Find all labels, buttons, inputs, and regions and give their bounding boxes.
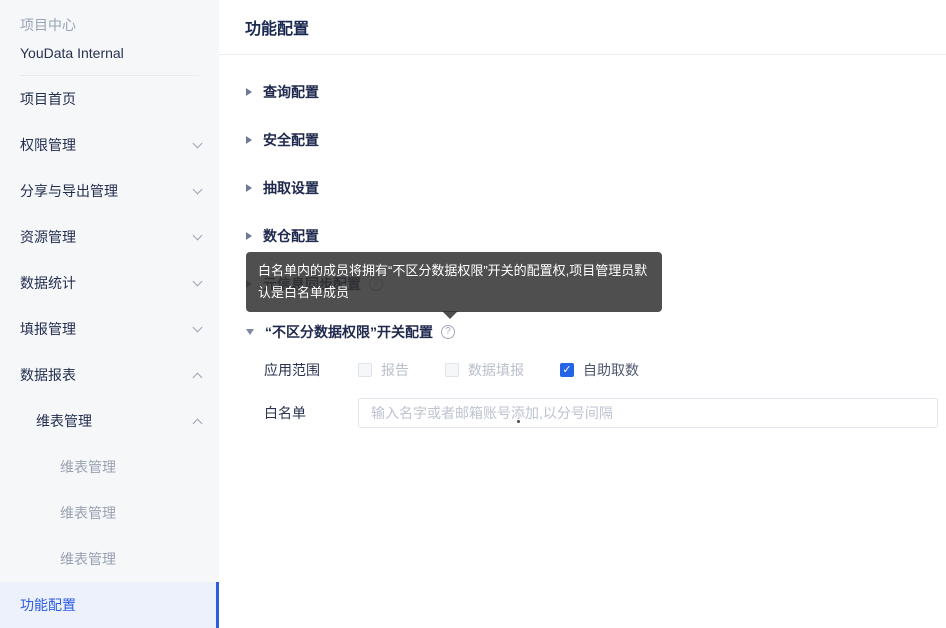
- project-name[interactable]: YouData Internal: [20, 45, 199, 61]
- sidebar-item-share-export-management[interactable]: 分享与导出管理: [0, 168, 219, 214]
- chevron-down-icon: [193, 322, 203, 332]
- application-scope-row: 应用范围 报告 数据填报 ✓ 自助取数: [264, 358, 946, 382]
- sidebar-item-label: 维表管理: [60, 549, 116, 569]
- sidebar: 项目中心 YouData Internal 项目首页 权限管理 分享与导出管理 …: [0, 0, 219, 625]
- sidebar-item-data-reports[interactable]: 数据报表: [0, 352, 219, 398]
- main-content: 功能配置 查询配置 安全配置 抽取设置 数仓配置 元信息同步配置 ? “不区分数…: [219, 0, 946, 625]
- chevron-up-icon: [193, 418, 203, 428]
- sidebar-item-label: 资源管理: [20, 227, 76, 247]
- sidebar-item-dim-table-management-3[interactable]: 维表管理: [0, 536, 219, 582]
- tooltip-text: 白名单内的成员将拥有“不区分数据权限”开关的配置权,项目管理员默认是白名单成员: [258, 263, 647, 300]
- chevron-down-icon: [193, 230, 203, 240]
- section-extraction-settings[interactable]: 抽取设置: [219, 164, 946, 212]
- section-title: 抽取设置: [263, 178, 319, 198]
- triangle-right-icon[interactable]: [246, 88, 252, 96]
- sidebar-item-label: 维表管理: [60, 457, 116, 477]
- whitelist-tooltip: 白名单内的成员将拥有“不区分数据权限”开关的配置权,项目管理员默认是白名单成员: [246, 252, 662, 312]
- sidebar-item-filling-management[interactable]: 填报管理: [0, 306, 219, 352]
- sidebar-item-dim-table-management-2[interactable]: 维表管理: [0, 490, 219, 536]
- sidebar-item-label: 数据统计: [20, 273, 76, 293]
- sidebar-item-label: 权限管理: [20, 135, 76, 155]
- sidebar-item-label: 功能配置: [20, 595, 76, 615]
- help-icon[interactable]: ?: [441, 325, 455, 339]
- checkbox-label: 自助取数: [583, 360, 639, 380]
- sidebar-item-label: 维表管理: [60, 503, 116, 523]
- whitelist-input[interactable]: [358, 398, 938, 428]
- mouse-cursor-artifact: [517, 420, 520, 423]
- tooltip-arrow: [442, 311, 458, 319]
- checkbox-self-service-data[interactable]: ✓ 自助取数: [560, 360, 639, 380]
- checkbox-label: 报告: [381, 360, 409, 380]
- chevron-down-icon: [193, 138, 203, 148]
- checkbox-report[interactable]: 报告: [358, 360, 409, 380]
- sidebar-item-label: 分享与导出管理: [20, 181, 118, 201]
- checkbox-unchecked-icon[interactable]: [358, 363, 372, 377]
- sidebar-item-permission-management[interactable]: 权限管理: [0, 122, 219, 168]
- triangle-right-icon[interactable]: [246, 232, 252, 240]
- sidebar-item-data-statistics[interactable]: 数据统计: [0, 260, 219, 306]
- whitelist-row: 白名单: [264, 398, 946, 428]
- sidebar-item-project-home[interactable]: 项目首页: [0, 76, 219, 122]
- triangle-right-icon[interactable]: [246, 184, 252, 192]
- sidebar-item-label: 维表管理: [36, 411, 92, 431]
- sidebar-item-dim-table-management-1[interactable]: 维表管理: [0, 444, 219, 490]
- section-title: 安全配置: [263, 130, 319, 150]
- sidebar-item-function-config[interactable]: 功能配置: [0, 582, 219, 628]
- sidebar-item-resource-management[interactable]: 资源管理: [0, 214, 219, 260]
- whitelist-label: 白名单: [264, 403, 358, 423]
- section-title: 数仓配置: [263, 226, 319, 246]
- section-title: 查询配置: [263, 82, 319, 102]
- section-data-permission-switch-config[interactable]: “不区分数据权限”开关配置 ?: [219, 308, 946, 356]
- chevron-up-icon: [193, 372, 203, 382]
- section-title: “不区分数据权限”开关配置: [265, 322, 433, 342]
- project-center-label: 项目中心: [20, 15, 199, 35]
- checkbox-label: 数据填报: [468, 360, 524, 380]
- triangle-right-icon[interactable]: [246, 136, 252, 144]
- checkbox-checked-icon[interactable]: ✓: [560, 363, 574, 377]
- chevron-down-icon: [193, 184, 203, 194]
- scope-label: 应用范围: [264, 360, 358, 380]
- checkbox-data-filling[interactable]: 数据填报: [445, 360, 524, 380]
- section-security-config[interactable]: 安全配置: [219, 116, 946, 164]
- triangle-down-icon[interactable]: [246, 329, 254, 335]
- page-header: 功能配置: [219, 0, 946, 55]
- chevron-down-icon: [193, 276, 203, 286]
- sidebar-item-label: 数据报表: [20, 365, 76, 385]
- sidebar-item-label: 项目首页: [20, 89, 76, 109]
- sidebar-item-dim-table-management-group[interactable]: 维表管理: [0, 398, 219, 444]
- checkbox-unchecked-icon[interactable]: [445, 363, 459, 377]
- switch-config-body: 应用范围 报告 数据填报 ✓ 自助取数 白名单: [219, 358, 946, 428]
- page-title: 功能配置: [245, 15, 309, 39]
- sidebar-item-label: 填报管理: [20, 319, 76, 339]
- section-query-config[interactable]: 查询配置: [219, 68, 946, 116]
